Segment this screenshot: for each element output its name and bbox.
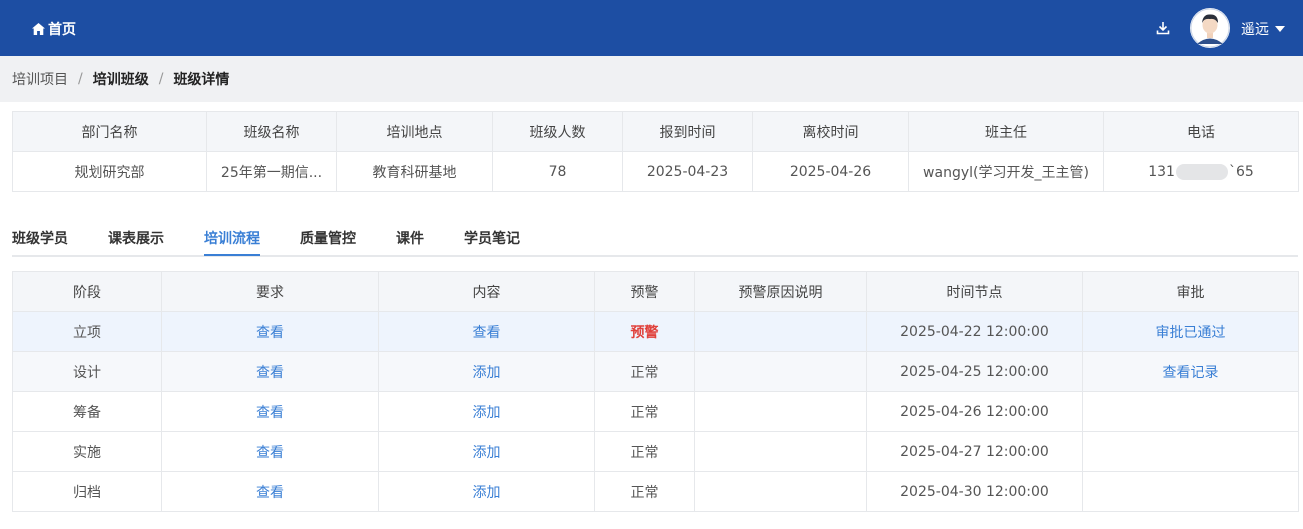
table-header-row: 阶段 要求 内容 预警 预警原因说明 时间节点 审批 [12,271,1299,312]
header-checkin: 报到时间 [622,111,753,152]
tab-notes[interactable]: 学员笔记 [464,228,520,248]
leave-value: 2025-04-26 [752,151,909,192]
header-requirement: 要求 [161,271,379,312]
view-content-link[interactable]: 查看 [473,325,501,341]
tab-schedule[interactable]: 课表展示 [108,228,164,248]
header-count: 班级人数 [492,111,623,152]
add-content-link[interactable]: 添加 [473,365,501,381]
table-row: 归档 查看 添加 正常 2025-04-30 12:00:00 [12,471,1299,512]
warning-reason-cell [694,351,867,392]
warning-reason-cell [694,311,867,352]
download-icon[interactable] [1154,19,1172,37]
breadcrumb-item-project[interactable]: 培训项目 [12,69,68,89]
view-requirement-link[interactable]: 查看 [256,325,284,341]
add-content-link[interactable]: 添加 [473,405,501,421]
header-dept: 部门名称 [12,111,207,152]
view-requirement-link[interactable]: 查看 [256,365,284,381]
header-class-name: 班级名称 [206,111,337,152]
table-row: 设计 查看 添加 正常 2025-04-25 12:00:00 查看记录 [12,351,1299,392]
checkin-value: 2025-04-23 [622,151,753,192]
tab-students[interactable]: 班级学员 [12,228,68,248]
class-info-table: 部门名称 班级名称 培训地点 班级人数 报到时间 离校时间 班主任 电话 规划研… [12,111,1299,192]
warning-reason-cell [694,391,867,432]
tab-courseware[interactable]: 课件 [396,228,424,248]
warning-status: 正常 [594,391,695,432]
teacher-value: wangyl(学习开发_王主管) [908,151,1104,192]
header-location: 培训地点 [336,111,493,152]
header-warning: 预警 [594,271,695,312]
approval-passed-link[interactable]: 审批已通过 [1156,325,1226,341]
add-content-link[interactable]: 添加 [473,485,501,501]
breadcrumb-item-class[interactable]: 培训班级 [93,69,149,89]
user-menu[interactable]: 遥远 [1241,19,1285,39]
breadcrumb: 培训项目 / 培训班级 / 班级详情 [0,56,1303,102]
user-avatar[interactable] [1190,8,1230,48]
home-icon [32,23,45,35]
warning-status: 正常 [594,471,695,512]
count-value: 78 [492,151,623,192]
table-row: 实施 查看 添加 正常 2025-04-27 12:00:00 [12,431,1299,472]
stage-cell: 设计 [12,351,162,392]
phone-prefix: 131 [1148,163,1175,180]
approval-cell [1082,431,1299,472]
header-teacher: 班主任 [908,111,1104,152]
header-warning-reason: 预警原因说明 [694,271,867,312]
breadcrumb-item-detail: 班级详情 [173,72,230,88]
avatar-icon [1190,8,1230,48]
active-tab-indicator [204,254,260,256]
header-content: 内容 [378,271,595,312]
stage-cell: 归档 [12,471,162,512]
phone-redaction [1175,163,1228,180]
caret-down-icon [1275,26,1285,32]
stage-cell: 筹备 [12,391,162,432]
view-requirement-link[interactable]: 查看 [256,405,284,421]
approval-cell [1082,391,1299,432]
time-cell: 2025-04-25 12:00:00 [866,351,1083,392]
time-cell: 2025-04-22 12:00:00 [866,311,1083,352]
warning-status: 正常 [594,431,695,472]
tab-training-flow[interactable]: 培训流程 [204,228,260,248]
training-flow-table: 阶段 要求 内容 预警 预警原因说明 时间节点 审批 立项 查看 查看 预警 2… [12,271,1299,512]
view-requirement-link[interactable]: 查看 [256,485,284,501]
phone-suffix: `65 [1228,163,1254,180]
table-row: 规划研究部 25年第一期信... 教育科研基地 78 2025-04-23 20… [12,151,1299,192]
phone-value: 131 `65 [1103,151,1299,192]
home-link[interactable]: 首页 [32,19,76,39]
warning-reason-cell [694,471,867,512]
tab-quality[interactable]: 质量管控 [300,228,356,248]
warning-status: 预警 [630,324,659,341]
home-label: 首页 [48,22,76,38]
header-time: 时间节点 [866,271,1083,312]
add-content-link[interactable]: 添加 [473,445,501,461]
approval-cell [1082,471,1299,512]
table-header-row: 部门名称 班级名称 培训地点 班级人数 报到时间 离校时间 班主任 电话 [12,111,1299,152]
view-requirement-link[interactable]: 查看 [256,445,284,461]
breadcrumb-separator: / [78,71,83,87]
time-cell: 2025-04-27 12:00:00 [866,431,1083,472]
header-phone: 电话 [1103,111,1299,152]
user-name: 遥远 [1241,22,1269,38]
stage-cell: 实施 [12,431,162,472]
location-value: 教育科研基地 [336,151,493,192]
header-approval: 审批 [1082,271,1299,312]
time-cell: 2025-04-26 12:00:00 [866,391,1083,432]
view-records-link[interactable]: 查看记录 [1163,365,1219,381]
top-navbar: 首页 遥远 [0,0,1303,56]
header-stage: 阶段 [12,271,162,312]
stage-cell: 立项 [12,311,162,352]
breadcrumb-separator: / [158,71,164,87]
dept-value: 规划研究部 [12,151,207,192]
class-name-value: 25年第一期信... [206,151,337,192]
header-leave: 离校时间 [752,111,909,152]
warning-reason-cell [694,431,867,472]
tab-bar: 班级学员 课表展示 培训流程 质量管控 课件 学员笔记 [12,216,1298,257]
time-cell: 2025-04-30 12:00:00 [866,471,1083,512]
warning-status: 正常 [594,351,695,392]
table-row: 立项 查看 查看 预警 2025-04-22 12:00:00 审批已通过 [12,311,1299,352]
table-row: 筹备 查看 添加 正常 2025-04-26 12:00:00 [12,391,1299,432]
